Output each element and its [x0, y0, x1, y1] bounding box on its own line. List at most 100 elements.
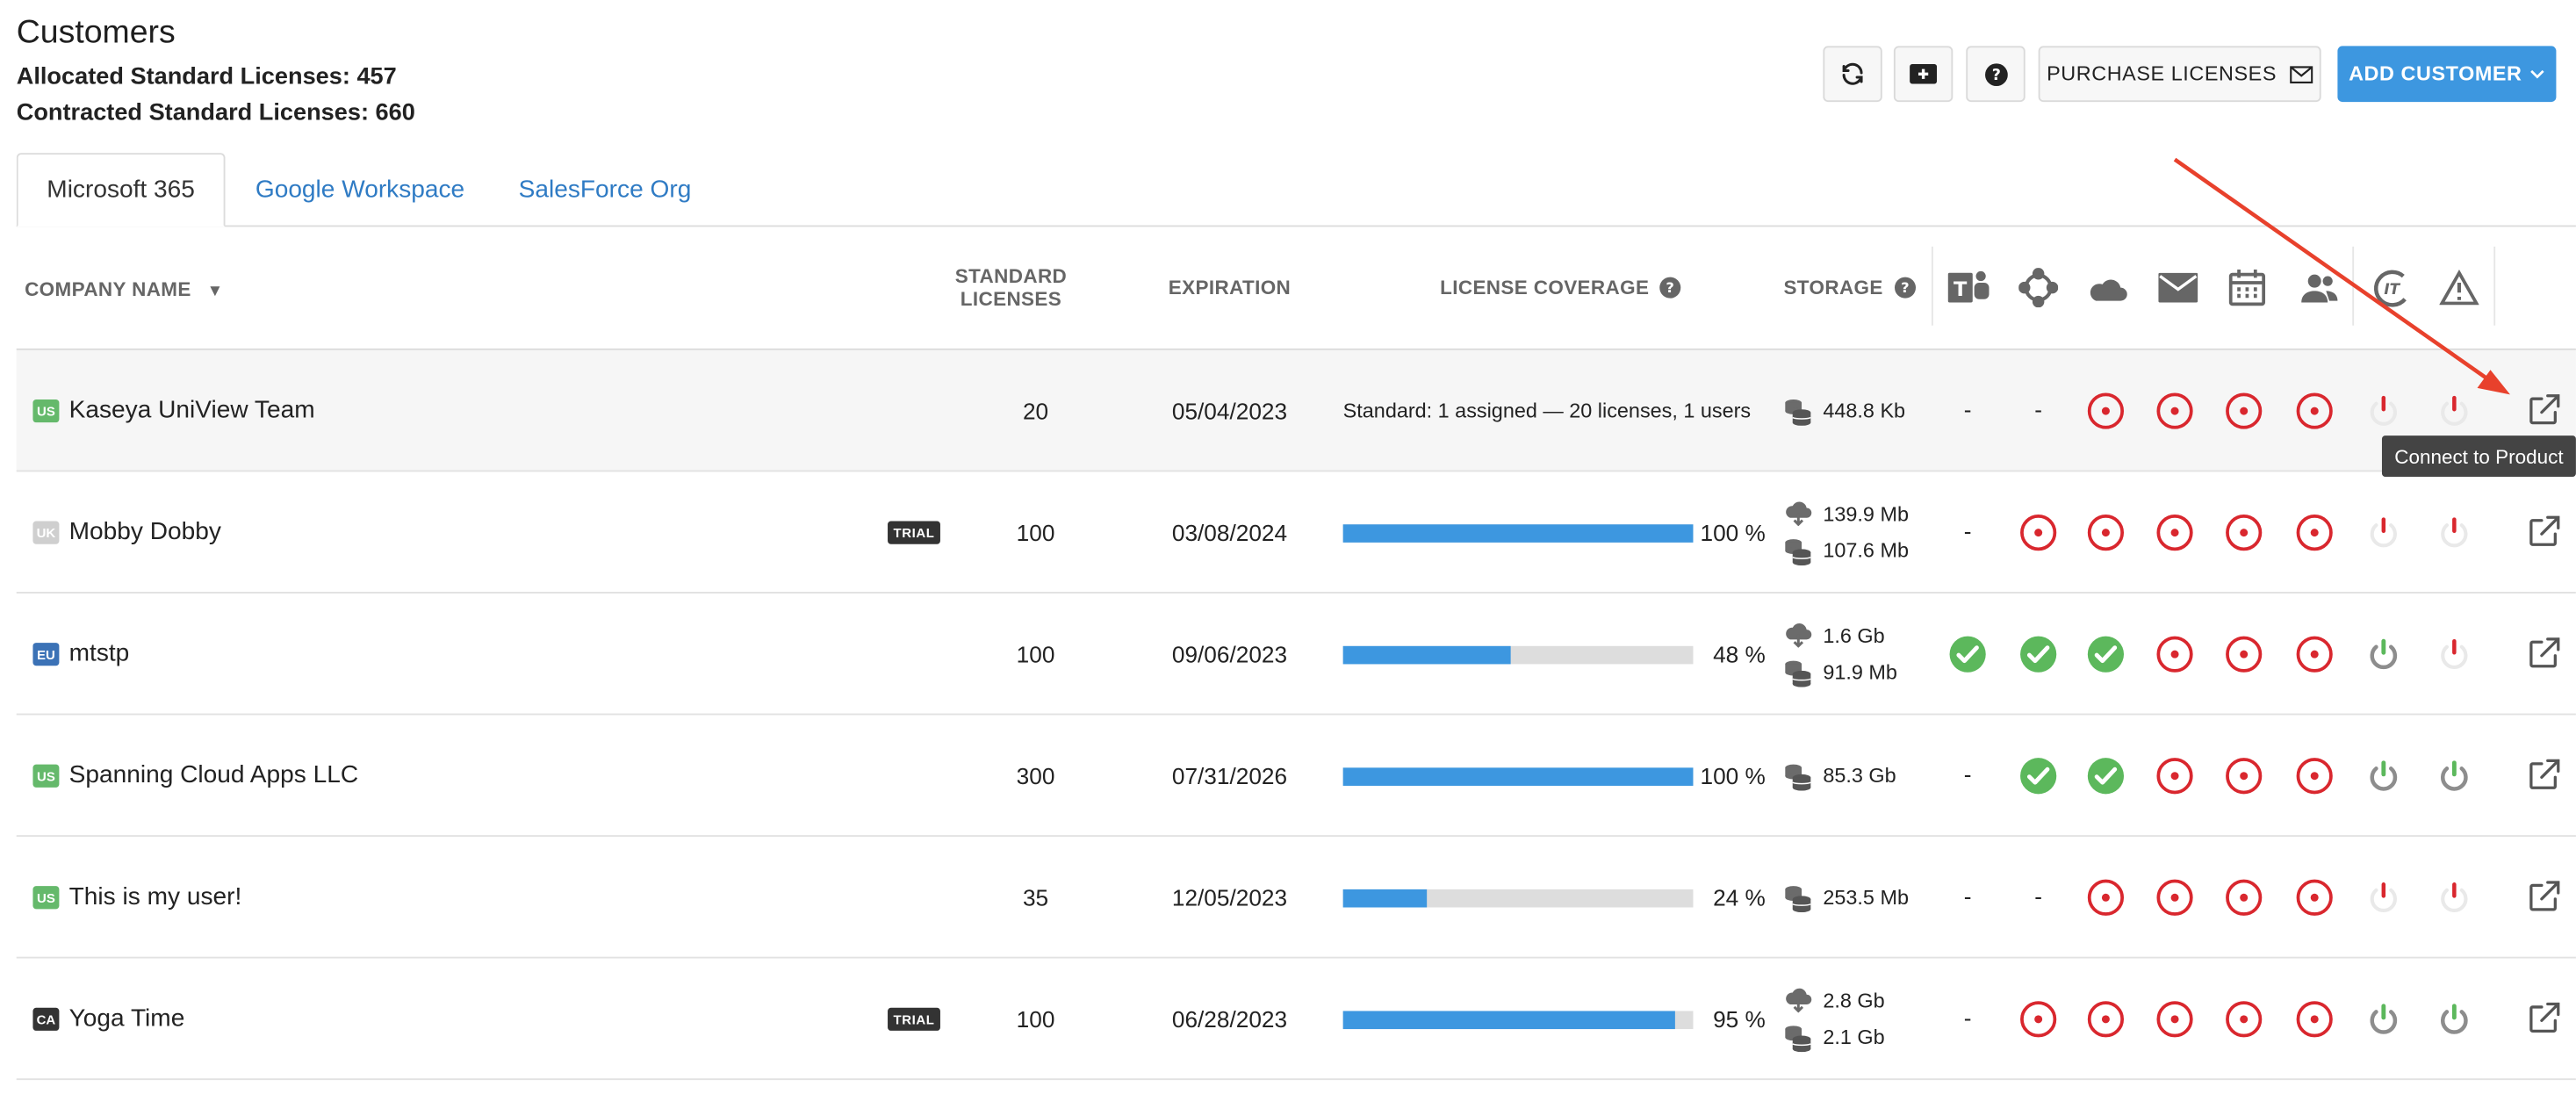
onedrive-icon [2090, 279, 2127, 301]
tab-microsoft-365[interactable]: Microsoft 365 [16, 153, 226, 227]
refresh-button[interactable] [1823, 46, 1882, 103]
status-not-configured-icon[interactable] [2295, 756, 2335, 795]
power-off-icon[interactable] [2364, 878, 2403, 918]
license-coverage-header: LICENSE COVERAGE ? [1440, 277, 1682, 299]
company-name-header[interactable]: COMPANY NAME ▼ [25, 277, 223, 300]
power-off-icon[interactable] [2435, 878, 2474, 918]
add-box-button[interactable] [1893, 46, 1954, 103]
power-off-icon[interactable] [2435, 392, 2474, 431]
connect-to-product-icon[interactable] [2525, 390, 2565, 429]
status-ok-icon[interactable] [2086, 635, 2126, 674]
license-coverage-percent: 48 % [1713, 641, 1766, 668]
license-coverage-fill [1342, 645, 1512, 665]
purchase-licenses-label: PURCHASE LICENSES [2047, 62, 2277, 86]
company-name[interactable]: Spanning Cloud Apps LLC [69, 761, 358, 789]
status-not-configured-icon[interactable] [2295, 513, 2335, 552]
help-icon[interactable]: ? [1659, 277, 1682, 299]
power-on-icon[interactable] [2435, 756, 2474, 795]
license-coverage-text: Standard: 1 assigned — 20 licenses, 1 us… [1342, 399, 1752, 423]
svg-text:IT: IT [2384, 280, 2400, 298]
status-none: - [1963, 760, 1972, 788]
teams-icon: T [1947, 270, 1990, 303]
status-not-configured-icon[interactable] [2224, 635, 2263, 674]
region-badge: UK [32, 521, 60, 544]
status-not-configured-icon[interactable] [2155, 756, 2195, 795]
standard-licenses: 20 [1022, 398, 1049, 425]
status-not-configured-icon[interactable] [2155, 635, 2195, 674]
contracted-licenses: Contracted Standard Licenses: 660 [16, 100, 415, 127]
status-not-configured-icon[interactable] [2224, 756, 2263, 795]
status-ok-icon[interactable] [1948, 635, 1988, 674]
region-badge: US [32, 886, 60, 910]
company-name[interactable]: Yoga Time [69, 1004, 185, 1033]
tab-divider [16, 225, 2576, 227]
database-icon [1783, 761, 1813, 799]
storage-value: 1.6 Gb [1823, 624, 1885, 648]
status-not-configured-icon[interactable] [2295, 999, 2335, 1039]
status-not-configured-icon[interactable] [2155, 878, 2195, 918]
connect-to-product-icon[interactable] [2525, 511, 2565, 551]
standard-licenses: 35 [1022, 884, 1049, 911]
cloud-icon [1783, 986, 1813, 1020]
license-coverage-fill [1342, 1011, 1676, 1030]
power-on-icon[interactable] [2364, 756, 2403, 795]
company-name[interactable]: mtstp [69, 639, 130, 667]
connect-to-product-icon[interactable] [2525, 754, 2565, 794]
contacts-icon [2301, 274, 2338, 303]
status-ok-icon[interactable] [2018, 756, 2058, 795]
status-not-configured-icon[interactable] [2086, 999, 2126, 1039]
status-not-configured-icon[interactable] [2295, 878, 2335, 918]
status-not-configured-icon[interactable] [2224, 878, 2263, 918]
standard-licenses-header-line2: LICENSES [960, 287, 1062, 311]
license-coverage-fill [1342, 889, 1428, 908]
help-icon[interactable]: ? [1893, 277, 1916, 299]
standard-licenses-header: STANDARD LICENSES [937, 264, 1085, 310]
column-separator [2493, 246, 2496, 326]
status-not-configured-icon[interactable] [2155, 513, 2195, 552]
expiration-header: EXPIRATION [1168, 276, 1292, 299]
power-off-icon[interactable] [2435, 635, 2474, 674]
status-not-configured-icon[interactable] [2224, 999, 2263, 1039]
power-off-icon[interactable] [2435, 513, 2474, 552]
company-name[interactable]: Mobby Dobby [69, 518, 221, 546]
app-root: Customers Allocated Standard Licenses: 4… [0, 0, 2576, 1081]
cloud-icon [1783, 622, 1813, 656]
standard-licenses: 100 [1016, 519, 1055, 546]
status-not-configured-icon[interactable] [2224, 513, 2263, 552]
power-on-icon[interactable] [2435, 999, 2474, 1039]
status-not-configured-icon[interactable] [2086, 513, 2126, 552]
power-on-icon[interactable] [2364, 999, 2403, 1039]
license-coverage-bar [1342, 767, 1694, 786]
status-ok-icon[interactable] [2018, 635, 2058, 674]
connect-to-product-icon[interactable] [2525, 633, 2565, 673]
storage-header-label: STORAGE [1783, 276, 1883, 299]
status-not-configured-icon[interactable] [2295, 392, 2335, 431]
status-none: - [2034, 882, 2043, 910]
sharepoint-icon [2018, 268, 2059, 308]
status-ok-icon[interactable] [2086, 756, 2126, 795]
status-not-configured-icon[interactable] [2018, 999, 2058, 1039]
connect-to-product-icon[interactable] [2525, 997, 2565, 1037]
status-not-configured-icon[interactable] [2295, 635, 2335, 674]
power-off-icon[interactable] [2364, 392, 2403, 431]
status-not-configured-icon[interactable] [2086, 392, 2126, 431]
tab-salesforce-org[interactable]: SalesForce Org [498, 153, 711, 227]
power-off-icon[interactable] [2364, 513, 2403, 552]
status-not-configured-icon[interactable] [2086, 878, 2126, 918]
database-icon [1783, 536, 1813, 573]
tab-google-workspace[interactable]: Google Workspace [240, 153, 479, 227]
status-not-configured-icon[interactable] [2224, 392, 2263, 431]
company-name[interactable]: This is my user! [69, 882, 242, 910]
status-not-configured-icon[interactable] [2155, 999, 2195, 1039]
status-none: - [1963, 882, 1972, 910]
company-name[interactable]: Kaseya UniView Team [69, 396, 315, 424]
storage-value: 85.3 Gb [1823, 764, 1896, 788]
help-button[interactable]: ? [1966, 46, 2026, 103]
add-customer-button[interactable]: ADD CUSTOMER [2337, 46, 2557, 103]
power-on-icon[interactable] [2364, 635, 2403, 674]
purchase-licenses-button[interactable]: PURCHASE LICENSES [2038, 46, 2321, 103]
connect-to-product-icon[interactable] [2525, 876, 2565, 916]
status-not-configured-icon[interactable] [2155, 392, 2195, 431]
status-not-configured-icon[interactable] [2018, 513, 2058, 552]
storage-value: 139.9 Mb [1823, 502, 1909, 527]
